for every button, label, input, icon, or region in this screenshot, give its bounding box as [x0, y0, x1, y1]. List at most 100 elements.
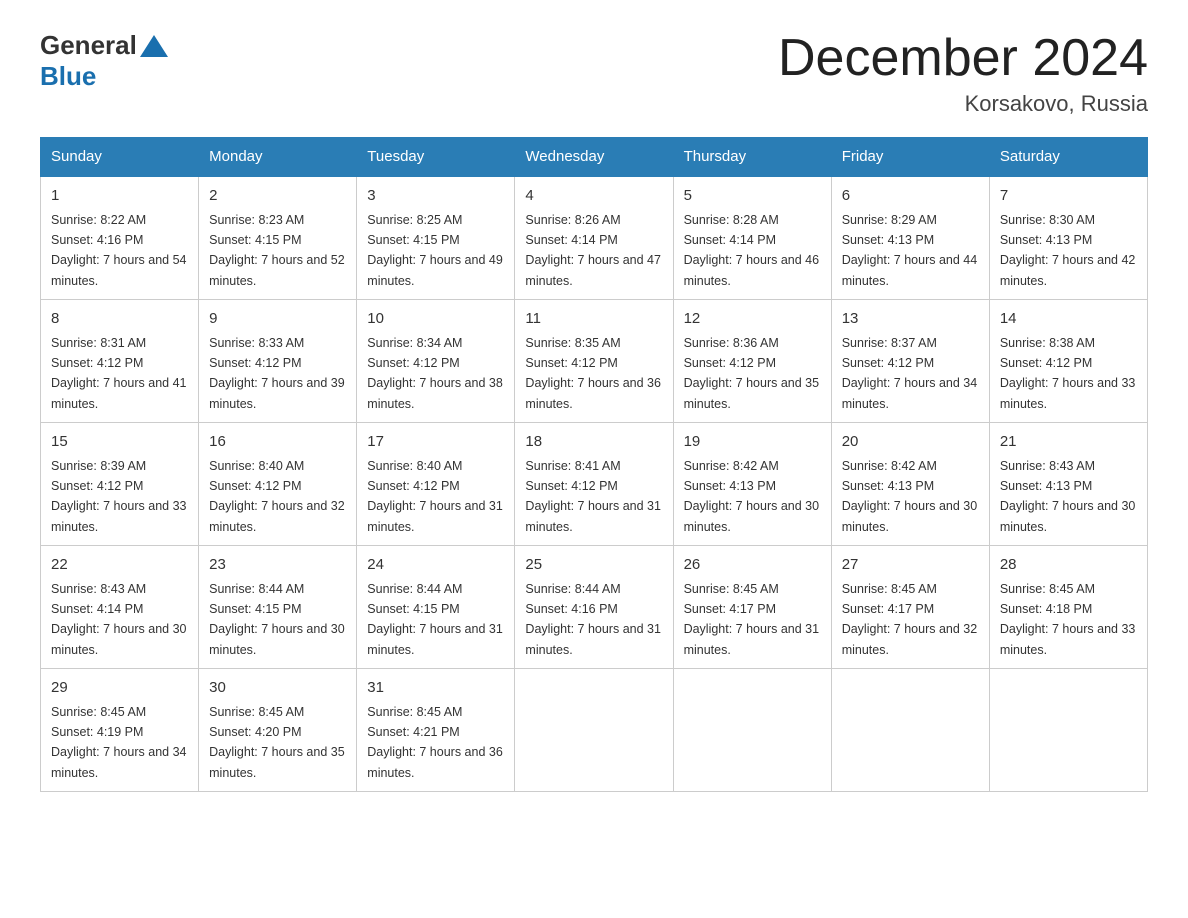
day-number: 20: [842, 431, 979, 454]
page-header: General Blue December 2024 Korsakovo, Ru…: [40, 30, 1148, 117]
calendar-cell: 30 Sunrise: 8:45 AMSunset: 4:20 PMDaylig…: [199, 669, 357, 792]
day-number: 3: [367, 185, 504, 208]
calendar-cell: 18 Sunrise: 8:41 AMSunset: 4:12 PMDaylig…: [515, 423, 673, 546]
day-number: 25: [525, 554, 662, 577]
calendar-cell: 6 Sunrise: 8:29 AMSunset: 4:13 PMDayligh…: [831, 176, 989, 300]
day-number: 28: [1000, 554, 1137, 577]
day-number: 6: [842, 185, 979, 208]
day-info: Sunrise: 8:22 AMSunset: 4:16 PMDaylight:…: [51, 213, 187, 288]
day-info: Sunrise: 8:40 AMSunset: 4:12 PMDaylight:…: [367, 459, 503, 534]
calendar-cell: [989, 669, 1147, 792]
calendar-cell: 12 Sunrise: 8:36 AMSunset: 4:12 PMDaylig…: [673, 300, 831, 423]
day-info: Sunrise: 8:35 AMSunset: 4:12 PMDaylight:…: [525, 336, 661, 411]
day-info: Sunrise: 8:43 AMSunset: 4:13 PMDaylight:…: [1000, 459, 1136, 534]
day-info: Sunrise: 8:45 AMSunset: 4:21 PMDaylight:…: [367, 705, 503, 780]
calendar-cell: 4 Sunrise: 8:26 AMSunset: 4:14 PMDayligh…: [515, 176, 673, 300]
day-number: 12: [684, 308, 821, 331]
day-info: Sunrise: 8:26 AMSunset: 4:14 PMDaylight:…: [525, 213, 661, 288]
day-number: 15: [51, 431, 188, 454]
day-number: 21: [1000, 431, 1137, 454]
calendar-week-4: 22 Sunrise: 8:43 AMSunset: 4:14 PMDaylig…: [41, 546, 1148, 669]
calendar-cell: 7 Sunrise: 8:30 AMSunset: 4:13 PMDayligh…: [989, 176, 1147, 300]
header-friday: Friday: [831, 138, 989, 177]
day-info: Sunrise: 8:37 AMSunset: 4:12 PMDaylight:…: [842, 336, 978, 411]
day-info: Sunrise: 8:33 AMSunset: 4:12 PMDaylight:…: [209, 336, 345, 411]
calendar-cell: 13 Sunrise: 8:37 AMSunset: 4:12 PMDaylig…: [831, 300, 989, 423]
calendar-cell: 10 Sunrise: 8:34 AMSunset: 4:12 PMDaylig…: [357, 300, 515, 423]
day-info: Sunrise: 8:31 AMSunset: 4:12 PMDaylight:…: [51, 336, 187, 411]
day-number: 13: [842, 308, 979, 331]
header-wednesday: Wednesday: [515, 138, 673, 177]
header-monday: Monday: [199, 138, 357, 177]
header-thursday: Thursday: [673, 138, 831, 177]
calendar-cell: 11 Sunrise: 8:35 AMSunset: 4:12 PMDaylig…: [515, 300, 673, 423]
calendar-cell: 25 Sunrise: 8:44 AMSunset: 4:16 PMDaylig…: [515, 546, 673, 669]
logo-triangle-icon: [140, 35, 168, 57]
day-number: 14: [1000, 308, 1137, 331]
calendar-cell: 26 Sunrise: 8:45 AMSunset: 4:17 PMDaylig…: [673, 546, 831, 669]
logo: General Blue: [40, 30, 171, 92]
day-number: 2: [209, 185, 346, 208]
day-number: 10: [367, 308, 504, 331]
day-info: Sunrise: 8:43 AMSunset: 4:14 PMDaylight:…: [51, 582, 187, 657]
day-info: Sunrise: 8:44 AMSunset: 4:16 PMDaylight:…: [525, 582, 661, 657]
day-info: Sunrise: 8:45 AMSunset: 4:20 PMDaylight:…: [209, 705, 345, 780]
day-number: 22: [51, 554, 188, 577]
day-number: 17: [367, 431, 504, 454]
calendar-cell: 8 Sunrise: 8:31 AMSunset: 4:12 PMDayligh…: [41, 300, 199, 423]
calendar-cell: [831, 669, 989, 792]
day-number: 29: [51, 677, 188, 700]
day-number: 30: [209, 677, 346, 700]
day-info: Sunrise: 8:34 AMSunset: 4:12 PMDaylight:…: [367, 336, 503, 411]
day-info: Sunrise: 8:45 AMSunset: 4:17 PMDaylight:…: [842, 582, 978, 657]
calendar-week-5: 29 Sunrise: 8:45 AMSunset: 4:19 PMDaylig…: [41, 669, 1148, 792]
calendar-cell: 24 Sunrise: 8:44 AMSunset: 4:15 PMDaylig…: [357, 546, 515, 669]
day-info: Sunrise: 8:30 AMSunset: 4:13 PMDaylight:…: [1000, 213, 1136, 288]
day-info: Sunrise: 8:42 AMSunset: 4:13 PMDaylight:…: [842, 459, 978, 534]
calendar-cell: 5 Sunrise: 8:28 AMSunset: 4:14 PMDayligh…: [673, 176, 831, 300]
calendar-cell: [515, 669, 673, 792]
calendar-week-3: 15 Sunrise: 8:39 AMSunset: 4:12 PMDaylig…: [41, 423, 1148, 546]
day-info: Sunrise: 8:28 AMSunset: 4:14 PMDaylight:…: [684, 213, 820, 288]
calendar-cell: 27 Sunrise: 8:45 AMSunset: 4:17 PMDaylig…: [831, 546, 989, 669]
day-number: 24: [367, 554, 504, 577]
day-number: 1: [51, 185, 188, 208]
calendar-cell: 19 Sunrise: 8:42 AMSunset: 4:13 PMDaylig…: [673, 423, 831, 546]
day-info: Sunrise: 8:23 AMSunset: 4:15 PMDaylight:…: [209, 213, 345, 288]
header-sunday: Sunday: [41, 138, 199, 177]
calendar-cell: 3 Sunrise: 8:25 AMSunset: 4:15 PMDayligh…: [357, 176, 515, 300]
title-block: December 2024 Korsakovo, Russia: [778, 30, 1148, 117]
day-number: 16: [209, 431, 346, 454]
header-saturday: Saturday: [989, 138, 1147, 177]
day-number: 8: [51, 308, 188, 331]
day-info: Sunrise: 8:40 AMSunset: 4:12 PMDaylight:…: [209, 459, 345, 534]
calendar-header-row: SundayMondayTuesdayWednesdayThursdayFrid…: [41, 138, 1148, 177]
day-number: 31: [367, 677, 504, 700]
day-number: 26: [684, 554, 821, 577]
calendar-cell: 20 Sunrise: 8:42 AMSunset: 4:13 PMDaylig…: [831, 423, 989, 546]
calendar-week-1: 1 Sunrise: 8:22 AMSunset: 4:16 PMDayligh…: [41, 176, 1148, 300]
calendar-cell: 16 Sunrise: 8:40 AMSunset: 4:12 PMDaylig…: [199, 423, 357, 546]
calendar-cell: 28 Sunrise: 8:45 AMSunset: 4:18 PMDaylig…: [989, 546, 1147, 669]
day-info: Sunrise: 8:45 AMSunset: 4:17 PMDaylight:…: [684, 582, 820, 657]
calendar-table: SundayMondayTuesdayWednesdayThursdayFrid…: [40, 137, 1148, 792]
calendar-cell: [673, 669, 831, 792]
calendar-cell: 23 Sunrise: 8:44 AMSunset: 4:15 PMDaylig…: [199, 546, 357, 669]
day-info: Sunrise: 8:39 AMSunset: 4:12 PMDaylight:…: [51, 459, 187, 534]
calendar-cell: 29 Sunrise: 8:45 AMSunset: 4:19 PMDaylig…: [41, 669, 199, 792]
day-info: Sunrise: 8:25 AMSunset: 4:15 PMDaylight:…: [367, 213, 503, 288]
day-info: Sunrise: 8:44 AMSunset: 4:15 PMDaylight:…: [209, 582, 345, 657]
day-number: 7: [1000, 185, 1137, 208]
day-number: 5: [684, 185, 821, 208]
calendar-title: December 2024: [778, 30, 1148, 87]
day-number: 9: [209, 308, 346, 331]
logo-general-text: General: [40, 30, 137, 61]
calendar-cell: 31 Sunrise: 8:45 AMSunset: 4:21 PMDaylig…: [357, 669, 515, 792]
calendar-subtitle: Korsakovo, Russia: [778, 91, 1148, 117]
calendar-cell: 9 Sunrise: 8:33 AMSunset: 4:12 PMDayligh…: [199, 300, 357, 423]
day-number: 11: [525, 308, 662, 331]
day-number: 4: [525, 185, 662, 208]
calendar-cell: 22 Sunrise: 8:43 AMSunset: 4:14 PMDaylig…: [41, 546, 199, 669]
day-info: Sunrise: 8:44 AMSunset: 4:15 PMDaylight:…: [367, 582, 503, 657]
header-tuesday: Tuesday: [357, 138, 515, 177]
